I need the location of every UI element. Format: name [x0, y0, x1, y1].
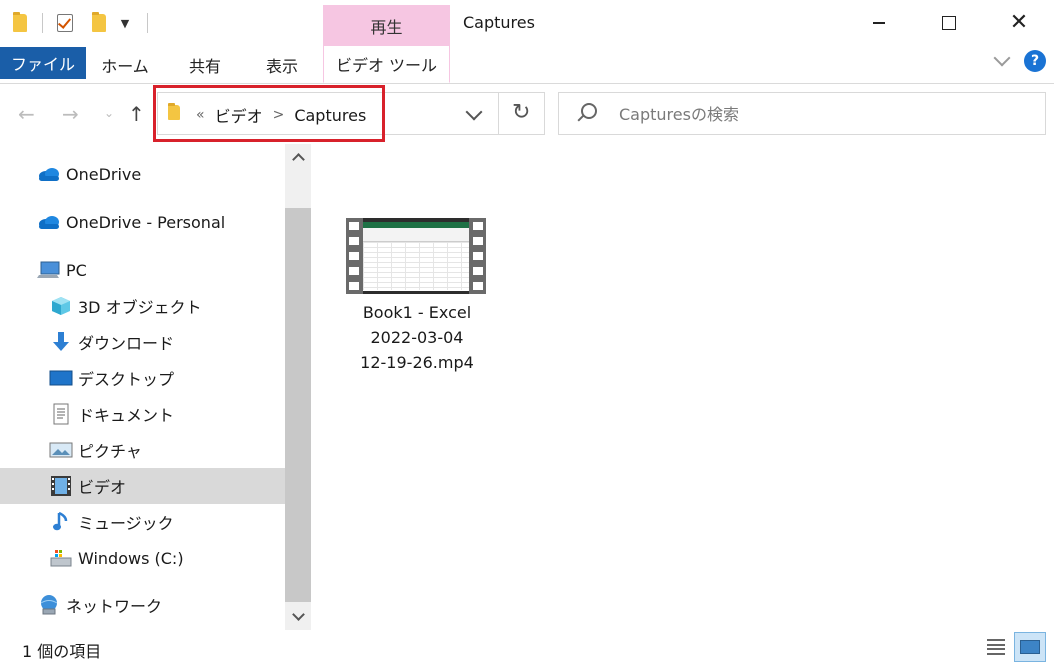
recent-locations-chevron-icon[interactable]: ⌄	[104, 106, 114, 120]
tab-share[interactable]: 共有	[175, 46, 235, 83]
scroll-up-button[interactable]	[285, 144, 311, 170]
nav-pane-scrollbar[interactable]	[285, 144, 311, 630]
cloud-icon	[36, 211, 62, 233]
chevron-down-icon	[993, 49, 1011, 67]
pc-icon	[36, 259, 62, 281]
context-tab-group-playback: 再生	[323, 5, 450, 47]
maximize-icon	[942, 16, 956, 30]
tab-file[interactable]: ファイル	[0, 47, 86, 79]
cube-icon	[48, 295, 74, 317]
status-bar: 1 個の項目	[0, 630, 1054, 665]
address-dropdown-chevron-icon[interactable]	[465, 103, 483, 121]
quick-access-toolbar: ▼	[10, 10, 160, 36]
film-icon	[48, 475, 74, 497]
forward-arrow-icon[interactable]: →	[62, 102, 79, 126]
breadcrumb-overflow[interactable]: «	[196, 107, 205, 123]
minimize-icon	[873, 22, 885, 24]
address-bar[interactable]: « ビデオ > Captures ↻	[157, 92, 545, 135]
tab-home[interactable]: ホーム	[94, 46, 156, 83]
close-icon: ✕	[1009, 10, 1029, 35]
chevron-down-icon	[291, 608, 305, 621]
scroll-down-button[interactable]	[285, 604, 311, 630]
help-icon[interactable]: ?	[1024, 50, 1046, 72]
nav-item-3d-objects[interactable]: 3D オブジェクト	[0, 288, 285, 324]
title-bar: ▼ 再生 Captures ✕	[0, 0, 1054, 47]
navigation-bar: ← → ⌄ ↑ « ビデオ > Captures ↻	[0, 84, 1054, 144]
up-arrow-icon[interactable]: ↑	[128, 102, 145, 126]
music-note-icon	[48, 511, 74, 533]
file-list: Book1 - Excel 2022-03-04 12-19-26.mp4	[312, 144, 1054, 630]
breadcrumb-separator-icon[interactable]: >	[273, 107, 285, 123]
new-folder-icon[interactable]	[89, 12, 109, 34]
breadcrumb-videos[interactable]: ビデオ	[215, 103, 263, 127]
nav-item-videos[interactable]: ビデオ	[0, 468, 285, 504]
nav-item-music[interactable]: ミュージック	[0, 504, 285, 540]
close-button[interactable]: ✕	[984, 0, 1054, 46]
download-arrow-icon	[48, 331, 74, 353]
picture-icon	[48, 439, 74, 461]
search-input[interactable]	[619, 102, 1029, 126]
expand-ribbon-button[interactable]	[992, 49, 1012, 72]
video-thumbnail-icon	[346, 218, 486, 294]
desktop-icon	[48, 367, 74, 389]
document-icon	[48, 403, 74, 425]
chevron-up-icon	[291, 153, 305, 166]
cloud-icon	[36, 163, 62, 185]
search-box[interactable]	[558, 92, 1046, 135]
customize-toolbar-dropdown[interactable]: ▼	[115, 12, 135, 34]
folder-icon	[10, 12, 30, 34]
network-icon	[36, 594, 62, 616]
tab-video-tools[interactable]: ビデオ ツール	[323, 46, 450, 83]
properties-check-icon[interactable]	[55, 12, 75, 34]
nav-item-desktop[interactable]: デスクトップ	[0, 360, 285, 396]
minimize-button[interactable]	[844, 0, 914, 46]
folder-icon	[168, 103, 180, 120]
window-title: Captures	[463, 13, 535, 32]
breadcrumb-captures[interactable]: Captures	[294, 106, 366, 125]
item-count: 1 個の項目	[22, 642, 102, 661]
search-icon	[581, 103, 597, 119]
refresh-icon[interactable]: ↻	[512, 100, 530, 125]
nav-item-onedrive-personal[interactable]: OneDrive - Personal	[0, 204, 285, 240]
navigation-pane: OneDrive OneDrive - Personal PC 3D オブジェク…	[0, 144, 285, 630]
maximize-button[interactable]	[914, 0, 984, 46]
back-arrow-icon[interactable]: ←	[18, 102, 35, 126]
ribbon-tabs: ファイル ホーム 共有 表示 ビデオ ツール ?	[0, 46, 1054, 84]
file-name: Book1 - Excel 2022-03-04 12-19-26.mp4	[360, 303, 474, 372]
tab-view[interactable]: 表示	[253, 46, 311, 83]
drive-icon	[48, 547, 74, 569]
nav-item-onedrive[interactable]: OneDrive	[0, 156, 285, 192]
nav-item-windows-c[interactable]: Windows (C:)	[0, 540, 285, 576]
breadcrumb: « ビデオ > Captures	[196, 103, 366, 127]
nav-item-pictures[interactable]: ピクチャ	[0, 432, 285, 468]
nav-item-downloads[interactable]: ダウンロード	[0, 324, 285, 360]
large-icons-view-icon[interactable]	[1014, 632, 1046, 662]
scroll-thumb[interactable]	[285, 208, 311, 602]
nav-item-network[interactable]: ネットワーク	[0, 587, 285, 623]
nav-item-documents[interactable]: ドキュメント	[0, 396, 285, 432]
nav-item-pc[interactable]: PC	[0, 252, 285, 288]
details-view-icon[interactable]	[985, 636, 1007, 658]
